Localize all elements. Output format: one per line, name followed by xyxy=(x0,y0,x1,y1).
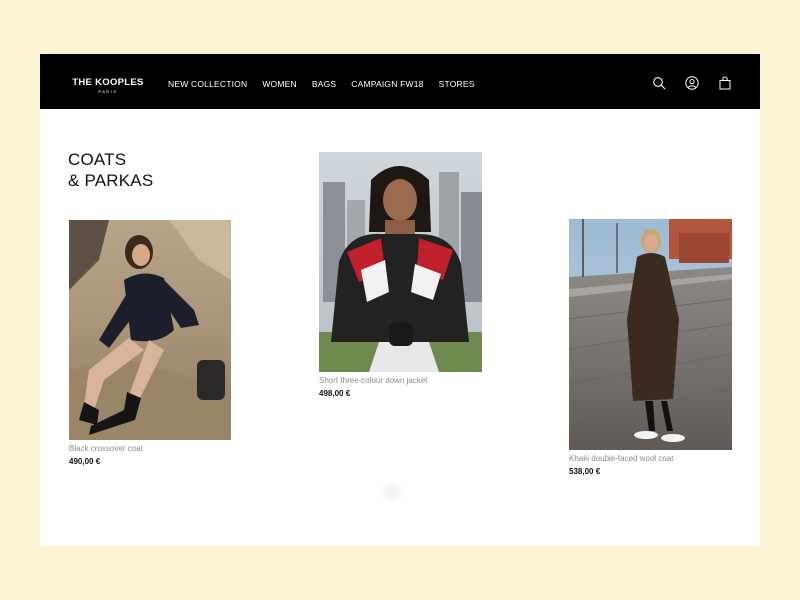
product-image[interactable] xyxy=(319,152,482,372)
category-title-line-1: COATS xyxy=(68,150,127,169)
product-card[interactable]: Short three-colour down jacket 498,00 € xyxy=(319,152,482,399)
product-card[interactable]: Black crossover coat 490,00 € xyxy=(69,220,231,467)
product-name[interactable]: Short three-colour down jacket xyxy=(319,376,482,386)
product-price: 498,00 € xyxy=(319,389,351,398)
nav-link-women[interactable]: WOMEN xyxy=(262,79,297,89)
nav-link-bags[interactable]: BAGS xyxy=(312,79,336,89)
product-card[interactable]: Khaki double-faced wool coat 538,00 € xyxy=(569,219,732,477)
product-name[interactable]: Khaki double-faced wool coat xyxy=(569,454,732,464)
brand-subtitle: PARIS xyxy=(98,89,118,94)
shopping-bag-icon[interactable] xyxy=(718,76,732,90)
product-image[interactable] xyxy=(69,220,231,440)
product-image[interactable] xyxy=(569,219,732,450)
category-title-line-2: & PARKAS xyxy=(68,171,154,190)
product-price: 538,00 € xyxy=(569,467,601,476)
account-icon[interactable] xyxy=(685,76,699,90)
loading-spinner-icon xyxy=(381,482,403,504)
main-navigation: NEW COLLECTION WOMEN BAGS CAMPAIGN FW18 … xyxy=(168,79,490,89)
product-name[interactable]: Black crossover coat xyxy=(69,444,231,454)
brand-name: THE KOOPLES xyxy=(72,77,144,88)
nav-link-stores[interactable]: STORES xyxy=(439,79,475,89)
nav-link-new-collection[interactable]: NEW COLLECTION xyxy=(168,79,247,89)
brand-logo[interactable]: THE KOOPLES PARIS xyxy=(68,77,148,95)
top-navbar: THE KOOPLES PARIS NEW COLLECTION WOMEN B… xyxy=(40,54,760,109)
browser-window: THE KOOPLES PARIS NEW COLLECTION WOMEN B… xyxy=(40,54,760,546)
header-actions xyxy=(633,76,732,90)
nav-link-campaign[interactable]: CAMPAIGN FW18 xyxy=(351,79,423,89)
search-icon[interactable] xyxy=(652,76,666,90)
product-price: 490,00 € xyxy=(69,457,101,466)
category-title: COATS & PARKAS xyxy=(68,149,153,191)
